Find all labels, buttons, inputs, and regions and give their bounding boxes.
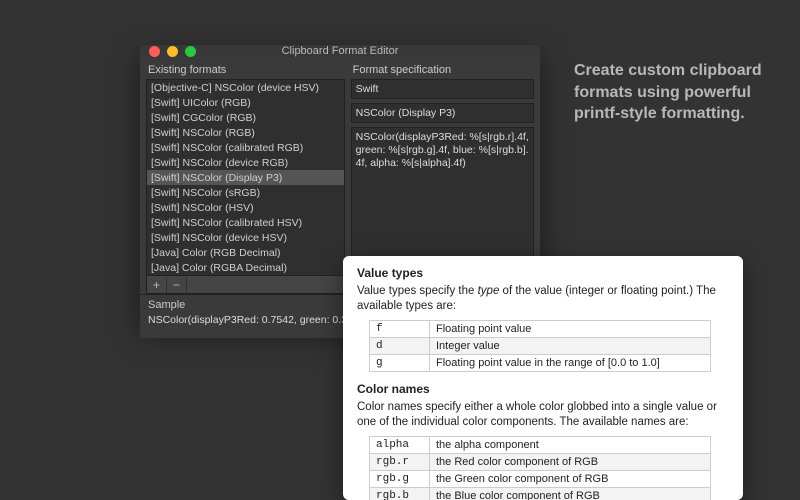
table-row: gFloating point value in the range of [0…: [370, 354, 711, 371]
window-title: Clipboard Format Editor: [282, 45, 399, 57]
table-value: the Green color component of RGB: [430, 470, 711, 487]
table-value: the Red color component of RGB: [430, 453, 711, 470]
format-spec-label: Format specification: [351, 62, 534, 79]
color-names-table: alphathe alpha componentrgb.rthe Red col…: [369, 436, 711, 500]
color-names-desc: Color names specify either a whole color…: [357, 400, 729, 430]
marketing-text: Create custom clipboard formats using po…: [574, 60, 774, 125]
list-item[interactable]: [Objective-C] NSColor (device HSV): [147, 80, 344, 95]
table-key: rgb.b: [370, 487, 430, 500]
list-item[interactable]: [Swift] UIColor (RGB): [147, 95, 344, 110]
table-row: rgb.gthe Green color component of RGB: [370, 470, 711, 487]
existing-formats-label: Existing formats: [146, 62, 345, 79]
table-row: dInteger value: [370, 337, 711, 354]
table-row: alphathe alpha component: [370, 436, 711, 453]
list-item[interactable]: [Swift] NSColor (HSV): [147, 200, 344, 215]
color-names-heading: Color names: [357, 382, 729, 396]
list-item[interactable]: [Swift] CGColor (RGB): [147, 110, 344, 125]
table-key: g: [370, 354, 430, 371]
minimize-icon[interactable]: [167, 46, 178, 57]
format-spec-text: NSColor(displayP3Red: %[s|rgb.r].4f, gre…: [356, 131, 529, 169]
language-field[interactable]: Swift: [351, 79, 534, 99]
value-types-desc: Value types specify the type of the valu…: [357, 284, 729, 314]
format-name-field[interactable]: NSColor (Display P3): [351, 103, 534, 123]
table-row: fFloating point value: [370, 320, 711, 337]
help-popover: Value types Value types specify the type…: [343, 256, 743, 500]
traffic-lights: [149, 46, 196, 57]
table-value: Integer value: [430, 337, 711, 354]
table-value: Floating point value in the range of [0.…: [430, 354, 711, 371]
table-key: rgb.g: [370, 470, 430, 487]
format-list[interactable]: [Objective-C] NSColor (device HSV)[Swift…: [146, 79, 345, 276]
close-icon[interactable]: [149, 46, 160, 57]
table-value: the Blue color component of RGB: [430, 487, 711, 500]
table-key: rgb.r: [370, 453, 430, 470]
titlebar: Clipboard Format Editor: [140, 45, 540, 57]
list-item[interactable]: [Swift] NSColor (sRGB): [147, 185, 344, 200]
list-item[interactable]: [Java] Color (RGB Decimal): [147, 245, 344, 260]
list-item[interactable]: [Swift] NSColor (RGB): [147, 125, 344, 140]
value-types-table: fFloating point valuedInteger valuegFloa…: [369, 320, 711, 372]
list-item[interactable]: [Swift] NSColor (device HSV): [147, 230, 344, 245]
list-toolbar: + −: [146, 276, 345, 294]
table-row: rgb.rthe Red color component of RGB: [370, 453, 711, 470]
value-types-heading: Value types: [357, 266, 729, 280]
table-key: alpha: [370, 436, 430, 453]
add-button[interactable]: +: [147, 277, 167, 293]
table-row: rgb.bthe Blue color component of RGB: [370, 487, 711, 500]
list-item[interactable]: [Swift] NSColor (device RGB): [147, 155, 344, 170]
list-item[interactable]: [Java] Color (RGBA Decimal): [147, 260, 344, 275]
table-key: d: [370, 337, 430, 354]
remove-button[interactable]: −: [167, 277, 187, 293]
list-item[interactable]: [Swift] NSColor (Display P3): [147, 170, 344, 185]
table-key: f: [370, 320, 430, 337]
list-item[interactable]: [Swift] NSColor (calibrated RGB): [147, 140, 344, 155]
list-item[interactable]: [Swift] NSColor (calibrated HSV): [147, 215, 344, 230]
zoom-icon[interactable]: [185, 46, 196, 57]
table-value: the alpha component: [430, 436, 711, 453]
table-value: Floating point value: [430, 320, 711, 337]
